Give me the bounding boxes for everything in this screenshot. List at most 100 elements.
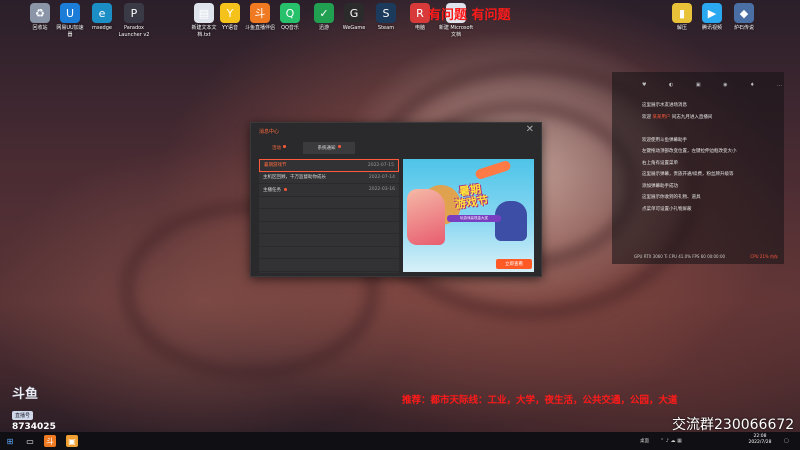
panel-message-line: 添加弹幕助手成功 (642, 183, 678, 189)
netease-uu-icon: U (60, 3, 80, 23)
message-row[interactable]: 主机区回顾，千万监督助你成长 2022-07-14 (259, 172, 399, 184)
taskbar: ⊞ ▭ 斗 ▣ 桌面 ⌃ ♪ ☁ ▦ 22:08 2022/7/28 ▢ (0, 432, 800, 450)
message-date: 2022-03-16 (368, 187, 395, 193)
rockstar-icon: R (410, 3, 430, 23)
unread-dot-icon (284, 187, 287, 191)
desktop-shortcut-label: 新建 Microsoft 文档 (438, 25, 474, 38)
tab-activity[interactable]: 活动 (259, 142, 299, 154)
message-center-dialog: 消息中心 ✕ 活动 系统通知 暑期游戏节 2022-07-15 主机区回顾，千万监督… (250, 122, 542, 277)
banner-subtitle: 玩游戏赢现金大奖 (447, 215, 501, 222)
douyu-companion-taskbar-icon[interactable]: 斗 (44, 435, 56, 447)
panel-message-line: 点菜单可设置小礼物屏蔽 (642, 206, 692, 212)
dialog-title: 消息中心 (259, 129, 280, 135)
yy-voice-icon: Y (220, 3, 240, 23)
line-text: 欢迎 (642, 114, 653, 120)
notification-icon[interactable]: ▢ (784, 438, 789, 444)
message-title: 暑期游戏节 (264, 162, 287, 168)
desktop-shortcut[interactable]: ◆ 炉石传说 (722, 3, 766, 32)
line-text: 这里展示你收到的礼物、道具 (642, 195, 701, 200)
panel-status: GPU RTX 3060 Ti CPU 41.0% FPS 60 00:00:0… (634, 254, 726, 259)
message-row[interactable] (259, 259, 399, 272)
message-title-text: 主机区回顾，千万监督助你成长 (263, 175, 326, 181)
red-overlay-top-text: 有问题 有问题 (428, 8, 511, 23)
view-now-button[interactable]: 立即查看 (496, 259, 532, 269)
panel-tool-icon[interactable]: … (777, 82, 782, 88)
clock[interactable]: 22:08 2022/7/28 (740, 434, 780, 446)
desktop-shortcut-label: Paradox Launcher v2 (118, 25, 150, 38)
tab-system-notice[interactable]: 系统通知 (303, 142, 355, 154)
panel-message-line: 欢迎 某某用户 同志九月进入直播间 (642, 114, 712, 120)
wegame-icon: G (344, 3, 364, 23)
line-text: 添加弹幕助手成功 (642, 183, 678, 189)
clock-date: 2022/7/28 (748, 440, 772, 445)
panel-tool-icon[interactable]: ◐ (669, 82, 673, 88)
tray-icons[interactable]: ⌃ ♪ ☁ ▦ (660, 438, 682, 444)
line-text: 点菜单可设置小礼物屏蔽 (642, 206, 692, 212)
douyu-logo: 斗鱼 直播号 8734025 (12, 388, 60, 434)
recycle-bin-icon: ♻ (30, 3, 50, 23)
panel-tool-icon[interactable]: ▣ (696, 82, 701, 88)
folder-icon: ▮ (672, 3, 692, 23)
message-row[interactable] (259, 197, 399, 209)
qq-browser-icon: Q (280, 3, 300, 23)
panel-tool-icon[interactable]: ♥ (642, 82, 646, 88)
message-date: 2022-07-15 (367, 162, 394, 168)
line-highlight: 某某用户 (652, 114, 671, 120)
close-icon[interactable]: ✕ (526, 125, 534, 135)
desktop-shortcut[interactable]: P Paradox Launcher v2 (112, 3, 156, 39)
app-taskbar-icon[interactable]: ▣ (66, 435, 78, 447)
line-text: 这里展示弹幕，贵族开通/续费，粉丝牌升级等 (642, 172, 734, 177)
panel-message-line: 这里展示水友进场消息 (642, 102, 687, 108)
danmaku-assistant-panel[interactable]: ♥ ◐ ▣ ◉ ♦… 这里展示水友进场消息 欢迎 某某用户 同志九月进入直播间 欢迎使用斗鱼… (612, 72, 784, 264)
message-title-text: 主播任务 (263, 187, 281, 193)
room-number: 8734025 (12, 422, 56, 432)
line-text: 欢迎使用斗鱼弹幕助手 (642, 137, 687, 143)
qq-group-text: 交流群230066672 (672, 417, 795, 433)
message-row[interactable]: 暑期游戏节 2022-07-15 (259, 159, 399, 172)
app-icon: ◆ (734, 3, 754, 23)
message-row[interactable] (259, 234, 399, 247)
line-text: 同志九月进入直播间 (670, 114, 713, 120)
banner-rocket-graphic (474, 159, 512, 181)
message-list: 暑期游戏节 2022-07-15 主机区回顾，千万监督助你成长 2022-07-14 主… (259, 159, 399, 273)
panel-message-line: 欢迎使用斗鱼弹幕助手 (642, 137, 687, 143)
line-text: 左键拖动顶部改变位置，左键拉伸边框改变大小 (642, 149, 737, 154)
douyu-companion-icon: 斗 (250, 3, 270, 23)
event-banner[interactable]: 暑期 游戏节 玩游戏赢现金大奖 立即查看 (403, 159, 534, 272)
message-row[interactable] (259, 209, 399, 222)
message-title: 主机区回顾，千万监督助你成长 (263, 174, 326, 180)
desktop-label[interactable]: 桌面 (640, 438, 649, 444)
windows-icon[interactable]: ⊞ (4, 435, 16, 447)
panel-message-line: 右上角有设置菜单 (642, 160, 678, 166)
message-title: 主播任务 (263, 187, 287, 193)
panel-toolbar: ♥ ◐ ▣ ◉ ♦ … (642, 82, 782, 88)
line-text: 右上角有设置菜单 (642, 160, 678, 166)
red-overlay-bottom-text: 推荐：都市天际线：工业，大学，夜生活，公共交通，公园，大道 (402, 395, 678, 406)
message-date: 2022-07-14 (368, 174, 395, 180)
panel-message-line: 这里展示弹幕，贵族开通/续费，粉丝牌升级等 (642, 171, 734, 177)
notification-dot-icon (283, 144, 286, 148)
message-row[interactable] (259, 222, 399, 234)
msedge-icon: e (92, 3, 112, 23)
panel-status-right: CPU 21% 内存 (750, 254, 778, 259)
panel-tool-icon[interactable]: ◉ (723, 82, 727, 88)
message-row[interactable]: 主播任务 2022-03-16 (259, 184, 399, 197)
tencent-video-icon: ▶ (702, 3, 722, 23)
message-title-text: 暑期游戏节 (264, 163, 287, 169)
message-row[interactable] (259, 247, 399, 259)
panel-tool-icon[interactable]: ♦ (750, 82, 754, 88)
panel-message-line: 左键拖动顶部改变位置，左键拉伸边框改变大小 (642, 148, 737, 154)
desktop-shortcut-label: 炉石传说 (733, 25, 754, 31)
panel-message-line: 这里展示你收到的礼物、道具 (642, 194, 701, 200)
notification-dot-icon (337, 144, 341, 148)
logo-brand: 斗鱼 (12, 387, 39, 402)
banner-character-graphic (407, 189, 445, 245)
tab-system-label: 系统通知 (317, 146, 336, 151)
logo-tag: 直播号 (12, 411, 34, 420)
paradox-launcher-icon: P (124, 3, 144, 23)
file-explorer-icon[interactable]: ▭ (24, 435, 36, 447)
pvz-icon: ✓ (314, 3, 334, 23)
tab-activity-label: 活动 (272, 146, 281, 151)
steam-icon: S (376, 3, 396, 23)
line-text: 这里展示水友进场消息 (642, 103, 687, 108)
